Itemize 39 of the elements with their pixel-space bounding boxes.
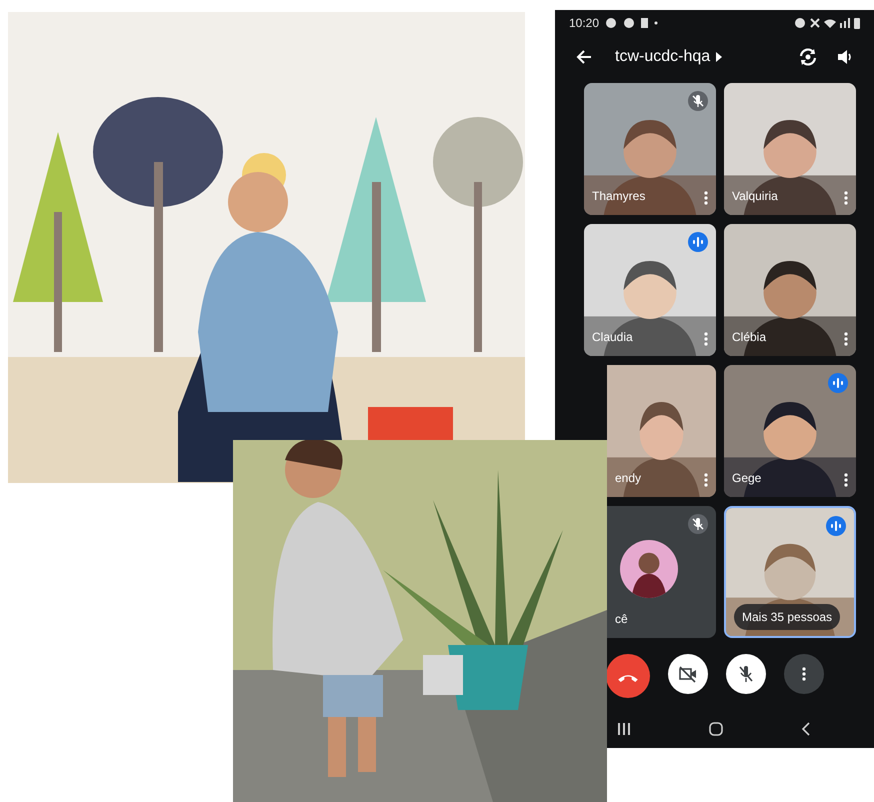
participant-name: Gege	[732, 470, 762, 487]
participant-tile[interactable]: Thamyres	[584, 83, 716, 215]
microphone-button[interactable]	[726, 654, 766, 694]
status-time: 10:20	[569, 15, 600, 32]
more-icon	[844, 473, 848, 487]
participant-tile[interactable]: Gege	[724, 365, 856, 497]
participant-tile[interactable]: Mais 35 pessoas	[724, 506, 856, 638]
signal-icon	[840, 18, 850, 28]
participant-name: Valquiria	[732, 188, 778, 205]
participant-name: Claudia	[592, 329, 633, 346]
participant-tile[interactable]: cê	[607, 506, 716, 638]
more-icon	[844, 332, 848, 346]
more-icon	[844, 191, 848, 205]
wifi-icon	[824, 18, 836, 28]
dot-icon	[654, 21, 658, 25]
switch-camera-button[interactable]	[798, 47, 818, 67]
more-options-button[interactable]	[784, 654, 824, 694]
back-button[interactable]	[575, 48, 593, 66]
participant-name: Clébia	[732, 329, 766, 346]
triangle-icon	[716, 52, 722, 62]
recent-apps-button[interactable]	[617, 722, 631, 736]
end-call-button[interactable]	[606, 654, 650, 698]
participant-tile[interactable]: Valquiria	[724, 83, 856, 215]
meeting-code[interactable]: tcw-ucdc-hqa	[615, 45, 710, 69]
camera-off-icon	[678, 664, 698, 684]
participant-name: Thamyres	[592, 188, 646, 205]
participant-name: cê	[615, 611, 628, 628]
participant-tile[interactable]: Claudia	[584, 224, 716, 356]
more-icon	[802, 667, 806, 681]
more-icon	[704, 332, 708, 346]
home-button[interactable]	[708, 721, 724, 737]
more-icon	[704, 191, 708, 205]
back-nav-button[interactable]	[800, 722, 812, 736]
participant-tile[interactable]: Clébia	[724, 224, 856, 356]
speaker-button[interactable]	[836, 48, 854, 66]
mute-icon	[810, 18, 820, 28]
battery-icon	[854, 18, 860, 28]
more-participants-button[interactable]: Mais 35 pessoas	[734, 604, 840, 630]
camera-button[interactable]	[668, 654, 708, 694]
